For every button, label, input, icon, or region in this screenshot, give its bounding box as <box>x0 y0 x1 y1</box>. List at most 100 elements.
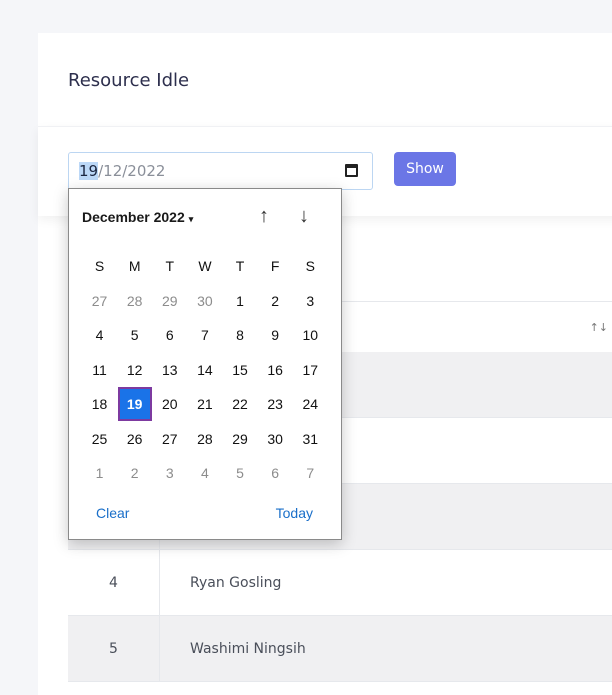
calendar-day-number: 7 <box>201 327 209 343</box>
calendar-day[interactable]: 29 <box>152 284 187 319</box>
calendar-day-number: 4 <box>95 327 104 343</box>
row-number: 4 <box>68 550 160 616</box>
calendar-day-number: 6 <box>271 465 280 481</box>
calendar-day[interactable]: 30 <box>187 284 222 319</box>
calendar-day-number: 2 <box>130 465 139 481</box>
calendar-day-number: 13 <box>162 361 178 378</box>
calendar-day-number: 27 <box>162 430 178 447</box>
calendar-day-number: 31 <box>302 430 319 447</box>
calendar-day[interactable]: 6 <box>258 456 293 491</box>
calendar-day[interactable]: 18 <box>82 387 117 422</box>
calendar-day[interactable]: 8 <box>223 318 258 353</box>
table-row: 5 Washimi Ningsih <box>68 616 612 682</box>
calendar-day[interactable]: 15 <box>223 353 258 388</box>
row-name: Ryan Gosling <box>190 575 282 591</box>
chevron-down-icon: ▾ <box>188 214 194 224</box>
calendar-day[interactable]: 5 <box>223 456 258 491</box>
calendar-day[interactable]: 27 <box>152 422 187 457</box>
calendar-day[interactable]: 31 <box>293 422 328 457</box>
calendar-day-number: 8 <box>236 327 244 343</box>
weekday-label: S <box>94 258 105 274</box>
calendar-day[interactable]: 21 <box>187 387 222 422</box>
calendar-day-number: 30 <box>197 292 213 309</box>
calendar-week-row: 25 26 27 28 29 30 31 <box>82 422 328 457</box>
calendar-week-row: 11 12 13 14 15 16 17 <box>82 353 328 388</box>
previous-month-arrow-icon[interactable]: ↑ <box>259 205 269 228</box>
calendar-day[interactable]: 23 <box>258 387 293 422</box>
calendar-day-number: 6 <box>165 327 174 343</box>
calendar-day[interactable]: 4 <box>187 456 222 491</box>
calendar-day-number: 3 <box>165 465 174 481</box>
weekday-label: M <box>128 258 141 274</box>
calendar-day[interactable]: 29 <box>223 422 258 457</box>
calendar-day[interactable]: 7 <box>293 456 328 491</box>
month-year-selector[interactable]: December 2022 ▾ <box>82 209 193 225</box>
calendar-day[interactable]: 28 <box>117 284 152 319</box>
calendar-day[interactable]: 24 <box>293 387 328 422</box>
today-button[interactable]: Today <box>276 505 313 521</box>
weekday-label: S <box>305 258 315 274</box>
calendar-day[interactable]: 30 <box>258 422 293 457</box>
calendar-day-number: 16 <box>267 361 283 378</box>
date-input[interactable]: 19/12/2022 <box>68 152 373 190</box>
clear-button[interactable]: Clear <box>96 505 129 521</box>
calendar-day[interactable]: 11 <box>82 353 117 388</box>
calendar-day[interactable]: 6 <box>152 318 187 353</box>
row-name: Washimi Ningsih <box>190 641 306 657</box>
calendar-day[interactable]: 1 <box>223 284 258 319</box>
page-title: Resource Idle <box>68 70 190 91</box>
calendar-day-number: 3 <box>306 292 315 309</box>
calendar-day[interactable]: 26 <box>117 422 152 457</box>
calendar-day[interactable]: 10 <box>293 318 328 353</box>
calendar-day-number: 19 <box>117 387 152 421</box>
show-button[interactable]: Show <box>394 152 456 186</box>
calendar-day-number: 21 <box>197 396 213 412</box>
date-rest-segment[interactable]: /12/2022 <box>98 162 165 180</box>
calendar-day[interactable]: 2 <box>258 284 293 319</box>
calendar-day[interactable]: 4 <box>82 318 117 353</box>
weekday-header-row: SMTWTFS <box>82 249 328 284</box>
calendar-icon[interactable] <box>345 164 358 177</box>
calendar-day[interactable]: 12 <box>117 353 152 388</box>
weekday-label: W <box>198 258 212 274</box>
calendar-day[interactable]: 25 <box>82 422 117 457</box>
month-year-label: December 2022 <box>82 209 185 225</box>
calendar-day-selected[interactable]: 19 <box>117 387 152 422</box>
calendar-day-number: 1 <box>236 292 244 309</box>
calendar-day-number: 5 <box>130 327 139 343</box>
calendar-day[interactable]: 22 <box>223 387 258 422</box>
calendar-day-number: 18 <box>91 396 108 412</box>
calendar-day-number: 26 <box>126 430 143 447</box>
calendar-day[interactable]: 28 <box>187 422 222 457</box>
calendar-day-number: 11 <box>92 361 107 378</box>
calendar-day-number: 24 <box>302 396 319 412</box>
calendar-day[interactable]: 5 <box>117 318 152 353</box>
weekday-label: T <box>165 258 175 274</box>
calendar-day-number: 14 <box>197 361 213 378</box>
calendar-day-number: 28 <box>126 292 143 309</box>
calendar-grid: S M T W T F S 27 28 29 30 1 2 3 4 5 6 7 8 9 10 11 12 13 14 15 16 17… <box>82 249 328 491</box>
calendar-day[interactable]: 14 <box>187 353 222 388</box>
calendar-day[interactable]: 2 <box>117 456 152 491</box>
calendar-day-number: 4 <box>201 465 209 481</box>
calendar-day-number: 23 <box>267 396 283 412</box>
calendar-week-row: 27 28 29 30 1 2 3 <box>82 284 328 319</box>
calendar-day[interactable]: 3 <box>293 284 328 319</box>
calendar-day[interactable]: 17 <box>293 353 328 388</box>
calendar-day-number: 10 <box>302 327 319 343</box>
calendar-day-number: 7 <box>306 465 315 481</box>
calendar-day[interactable]: 16 <box>258 353 293 388</box>
calendar-day[interactable]: 9 <box>258 318 293 353</box>
calendar-day[interactable]: 3 <box>152 456 187 491</box>
calendar-day[interactable]: 13 <box>152 353 187 388</box>
sort-icon[interactable]: ↑↓ <box>590 321 608 334</box>
calendar-day-number: 9 <box>271 327 280 343</box>
calendar-day[interactable]: 1 <box>82 456 117 491</box>
calendar-day[interactable]: 20 <box>152 387 187 422</box>
calendar-day[interactable]: 27 <box>82 284 117 319</box>
calendar-day[interactable]: 7 <box>187 318 222 353</box>
date-day-segment[interactable]: 19 <box>79 162 99 180</box>
weekday-label: T <box>235 258 245 274</box>
calendar-day-number: 15 <box>232 361 248 378</box>
next-month-arrow-icon[interactable]: ↓ <box>299 205 309 228</box>
